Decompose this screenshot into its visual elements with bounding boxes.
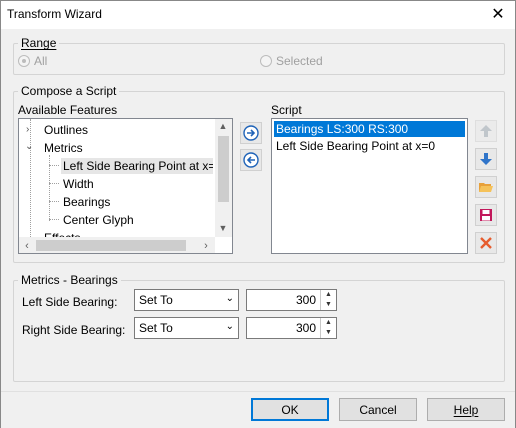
- ok-label: OK: [281, 402, 299, 417]
- delete-button[interactable]: [475, 232, 497, 254]
- help-label: Help: [453, 402, 479, 417]
- tree-item-center-glyph[interactable]: Center Glyph: [63, 213, 134, 227]
- save-button[interactable]: [475, 204, 497, 226]
- scroll-left-icon[interactable]: ‹: [20, 240, 34, 252]
- tree-horizontal-scrollbar[interactable]: ‹ ›: [19, 237, 215, 253]
- scroll-down-icon[interactable]: ▼: [216, 223, 230, 233]
- script-list[interactable]: Bearings LS:300 RS:300 Left Side Bearing…: [271, 118, 468, 254]
- tree-item-width[interactable]: Width: [63, 177, 94, 191]
- right-mode-value: Set To: [139, 321, 173, 335]
- left-bearing-value: 300: [295, 293, 316, 307]
- right-side-bearing-label: Right Side Bearing:: [22, 323, 126, 337]
- scroll-up-icon[interactable]: ▲: [216, 121, 230, 131]
- move-down-button[interactable]: [475, 148, 497, 170]
- right-bearing-value: 300: [295, 321, 316, 335]
- title-bar: Transform Wizard ✕: [1, 1, 515, 29]
- chevron-down-icon[interactable]: ⌄: [25, 141, 33, 152]
- arrow-left-circle-icon: [243, 152, 259, 168]
- tree-line: [49, 201, 59, 202]
- range-all-label: All: [34, 54, 48, 68]
- transform-wizard-dialog: Transform Wizard ✕ Range All Selected Co…: [0, 0, 516, 428]
- tree-item-metrics[interactable]: Metrics: [44, 141, 83, 155]
- scroll-thumb[interactable]: [36, 240, 186, 251]
- tree-line: [49, 219, 59, 220]
- folder-open-icon: [479, 183, 493, 192]
- arrow-up-icon: [480, 125, 492, 137]
- chevron-down-icon: ⌄: [225, 321, 234, 332]
- radio-indicator: [18, 55, 30, 67]
- left-mode-value: Set To: [139, 293, 173, 307]
- tree-item-left-side-bearing[interactable]: Left Side Bearing Point at x=: [61, 158, 213, 174]
- tree-line: [30, 119, 31, 239]
- range-legend: Range: [18, 36, 60, 50]
- window-title: Transform Wizard: [7, 7, 102, 21]
- tree-line: [49, 183, 59, 184]
- tree-vertical-scrollbar[interactable]: ▲ ▼: [215, 119, 232, 237]
- radio-indicator: [260, 55, 272, 67]
- chevron-right-icon[interactable]: ›: [26, 124, 29, 135]
- move-up-button[interactable]: [475, 120, 497, 142]
- script-item[interactable]: Bearings LS:300 RS:300: [273, 120, 466, 138]
- spin-up-icon[interactable]: ▲: [321, 318, 336, 328]
- chevron-down-icon: ⌄: [225, 293, 234, 304]
- cancel-button[interactable]: Cancel: [339, 398, 417, 421]
- available-features-label: Available Features: [18, 103, 118, 117]
- arrow-right-circle-icon: [243, 125, 259, 141]
- right-side-bearing-mode-select[interactable]: Set To ⌄: [134, 317, 239, 339]
- compose-legend: Compose a Script: [18, 84, 120, 98]
- right-bearing-spinner[interactable]: ▲ ▼: [320, 318, 336, 338]
- scroll-right-icon[interactable]: ›: [199, 240, 213, 252]
- spin-down-icon[interactable]: ▼: [321, 328, 336, 338]
- close-icon[interactable]: ✕: [485, 3, 511, 25]
- ok-button[interactable]: OK: [251, 398, 329, 421]
- metrics-bearings-legend: Metrics - Bearings: [18, 273, 121, 287]
- right-side-bearing-input[interactable]: 300 ▲ ▼: [246, 317, 337, 339]
- remove-from-script-button[interactable]: [240, 149, 262, 171]
- available-features-tree[interactable]: › Outlines ⌄ Metrics Left Side Bearing P…: [18, 118, 233, 254]
- left-side-bearing-input[interactable]: 300 ▲ ▼: [246, 289, 337, 311]
- range-group: [13, 43, 505, 75]
- script-label: Script: [271, 103, 302, 117]
- left-side-bearing-label: Left Side Bearing:: [22, 295, 118, 309]
- spin-up-icon[interactable]: ▲: [321, 290, 336, 300]
- range-all-radio[interactable]: All: [18, 54, 47, 68]
- save-icon: [480, 209, 492, 221]
- tree-item-bearings[interactable]: Bearings: [63, 195, 110, 209]
- script-item[interactable]: Left Side Bearing Point at x=0: [276, 139, 435, 153]
- tree-line: [49, 165, 59, 166]
- help-button[interactable]: Help: [427, 398, 505, 421]
- left-bearing-spinner[interactable]: ▲ ▼: [320, 290, 336, 310]
- left-side-bearing-mode-select[interactable]: Set To ⌄: [134, 289, 239, 311]
- delete-x-icon: [480, 237, 492, 249]
- spin-down-icon[interactable]: ▼: [321, 300, 336, 310]
- range-selected-radio[interactable]: Selected: [260, 54, 323, 68]
- range-selected-label: Selected: [276, 54, 323, 68]
- open-button[interactable]: [475, 176, 497, 198]
- add-to-script-button[interactable]: [240, 122, 262, 144]
- tree-item-outlines[interactable]: Outlines: [44, 123, 88, 137]
- cancel-label: Cancel: [359, 402, 397, 417]
- arrow-down-icon: [480, 153, 492, 165]
- scroll-thumb[interactable]: [218, 136, 229, 202]
